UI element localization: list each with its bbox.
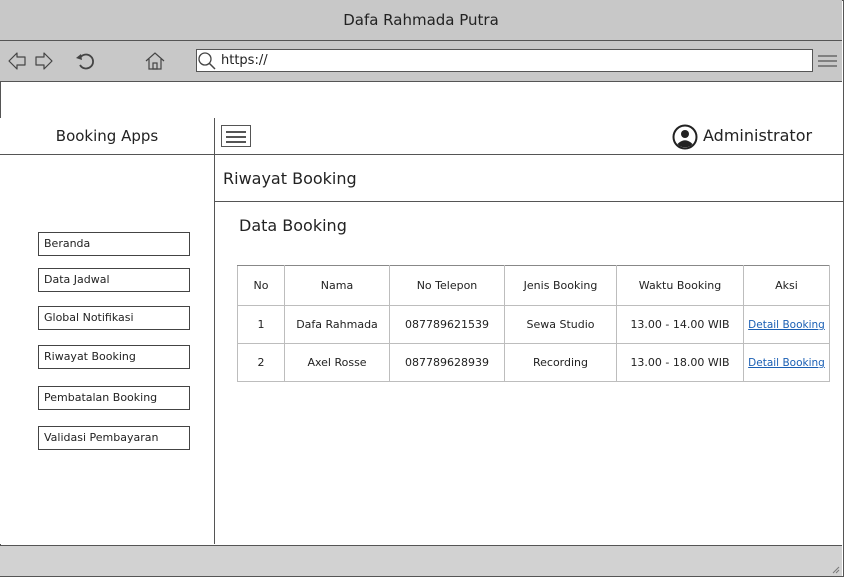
sidebar-item-data-jadwal[interactable]: Data Jadwal [38, 268, 190, 292]
user-avatar-icon[interactable] [672, 124, 698, 150]
sidebar-item-validasi-pembayaran[interactable]: Validasi Pembayaran [38, 426, 190, 450]
app-title: Booking Apps [55, 127, 159, 145]
back-icon[interactable] [6, 50, 28, 72]
status-bar [0, 545, 842, 576]
cell-no: 2 [237, 343, 285, 382]
user-name: Administrator [703, 126, 813, 145]
window-title: Dafa Rahmada Putra [343, 11, 499, 29]
page-title-bar: Riwayat Booking [215, 155, 843, 202]
reload-icon[interactable] [74, 50, 96, 72]
cell-jenis: Recording [504, 343, 617, 382]
sidebar: Beranda Data Jadwal Global Notifikasi Ri… [0, 118, 215, 544]
resize-grip-icon[interactable] [832, 566, 840, 574]
cell-telepon: 087789621539 [389, 305, 505, 344]
cell-aksi: Detail Booking [743, 305, 830, 344]
search-icon [198, 52, 216, 70]
column-header: Waktu Booking [616, 265, 744, 306]
cell-telepon: 087789628939 [389, 343, 505, 382]
column-header: No [237, 265, 285, 306]
column-header: Jenis Booking [504, 265, 617, 306]
window-titlebar: Dafa Rahmada Putra [0, 0, 842, 41]
sidebar-header: Booking Apps [0, 118, 214, 155]
sidebar-item-beranda[interactable]: Beranda [38, 232, 190, 256]
address-bar[interactable] [196, 49, 813, 72]
column-header: No Telepon [389, 265, 505, 306]
cell-waktu: 13.00 - 18.00 WIB [616, 343, 744, 382]
cell-nama: Axel Rosse [284, 343, 390, 382]
cell-no: 1 [237, 305, 285, 344]
cell-waktu: 13.00 - 14.00 WIB [616, 305, 744, 344]
detail-booking-link[interactable]: Detail Booking [748, 357, 825, 369]
detail-booking-link[interactable]: Detail Booking [748, 319, 825, 331]
column-header: Nama [284, 265, 390, 306]
page-title: Riwayat Booking [223, 169, 357, 188]
table-row: 2 Axel Rosse 087789628939 Recording 13.0… [237, 343, 830, 382]
cell-nama: Dafa Rahmada [284, 305, 390, 344]
booking-table: No Nama No Telepon Jenis Booking Waktu B… [237, 265, 830, 382]
menu-icon[interactable] [815, 50, 839, 72]
cell-jenis: Sewa Studio [504, 305, 617, 344]
browser-toolbar [0, 41, 842, 82]
sidebar-item-riwayat-booking[interactable]: Riwayat Booking [38, 345, 190, 369]
forward-icon[interactable] [33, 50, 55, 72]
cell-aksi: Detail Booking [743, 343, 830, 382]
sidebar-item-pembatalan-booking[interactable]: Pembatalan Booking [38, 386, 190, 410]
hamburger-menu-button[interactable] [221, 125, 251, 147]
column-header: Aksi [743, 265, 830, 306]
section-title: Data Booking [239, 216, 347, 235]
table-header-row: No Nama No Telepon Jenis Booking Waktu B… [237, 265, 830, 306]
home-icon[interactable] [144, 50, 166, 72]
sidebar-item-global-notifikasi[interactable]: Global Notifikasi [38, 306, 190, 330]
table-row: 1 Dafa Rahmada 087789621539 Sewa Studio … [237, 305, 830, 344]
url-input[interactable] [219, 50, 803, 71]
content-header: Administrator [215, 118, 843, 155]
